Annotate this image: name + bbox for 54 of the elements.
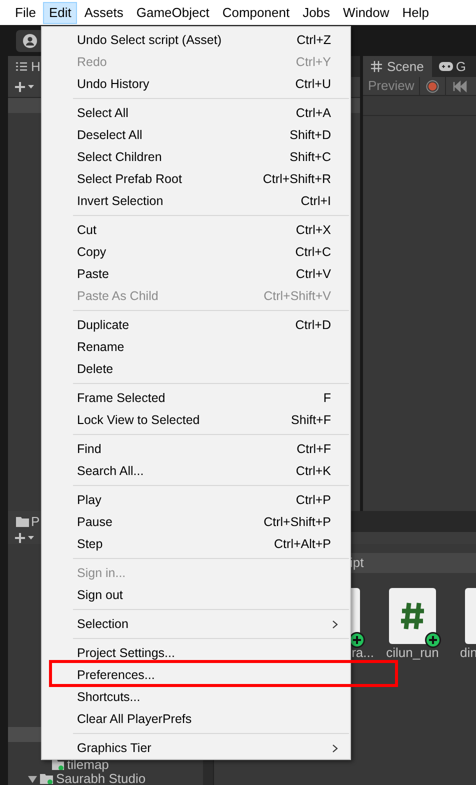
- menu-item[interactable]: Invert Selection Ctrl+I: [42, 190, 350, 212]
- gamepad-icon: [438, 62, 453, 71]
- folder-icon: [40, 774, 53, 784]
- breadcrumb[interactable]: ipt: [350, 553, 364, 573]
- menu-bar-item[interactable]: File: [9, 2, 42, 24]
- menu-item[interactable]: Pause Ctrl+Shift+P: [42, 511, 350, 533]
- project-tab[interactable]: P: [8, 511, 42, 532]
- menu-item[interactable]: Paste Ctrl+V: [42, 263, 350, 285]
- menu-item[interactable]: Graphics Tier: [42, 737, 350, 759]
- account-icon: [23, 34, 37, 48]
- expand-arrow-icon[interactable]: [28, 776, 37, 782]
- menu-item[interactable]: Sign out: [42, 584, 350, 606]
- chevron-right-icon: [332, 744, 338, 752]
- add-badge-icon: [425, 632, 441, 648]
- menu-item[interactable]: Select Prefab Root Ctrl+Shift+R: [42, 168, 350, 190]
- folder-icon: [16, 516, 29, 526]
- menu-bar-item[interactable]: Help: [396, 2, 436, 24]
- add-dropdown-icon[interactable]: [14, 532, 36, 544]
- menu-item[interactable]: Undo Select script (Asset) Ctrl+Z: [42, 29, 350, 51]
- asset-label: ra...: [352, 647, 374, 659]
- tree-item[interactable]: tilemap: [67, 758, 109, 772]
- menu-bar-item[interactable]: Edit: [42, 2, 78, 24]
- game-tab[interactable]: G: [432, 56, 473, 76]
- menu-bar-item[interactable]: Jobs: [296, 2, 336, 24]
- tree-item[interactable]: Saurabh Studio: [56, 772, 146, 785]
- menu-item[interactable]: Step Ctrl+Alt+P: [42, 533, 350, 555]
- menu-item[interactable]: Search All... Ctrl+K: [42, 460, 350, 482]
- script-icon[interactable]: [389, 588, 436, 644]
- menu-item[interactable]: Select All Ctrl+A: [42, 102, 350, 124]
- menu-item[interactable]: Cut Ctrl+X: [42, 219, 350, 241]
- menu-item[interactable]: Shortcuts...: [42, 686, 350, 708]
- menu-bar-item[interactable]: Window: [337, 2, 396, 24]
- menu-bar-item[interactable]: GameObject: [130, 2, 216, 24]
- menu-item[interactable]: Copy Ctrl+C: [42, 241, 350, 263]
- asset-label: cilun_run: [386, 647, 439, 659]
- menu-bar-item[interactable]: Component: [216, 2, 296, 24]
- menu-item[interactable]: Find Ctrl+F: [42, 438, 350, 460]
- menu-item[interactable]: Play Ctrl+P: [42, 489, 350, 511]
- menu-bar-item[interactable]: Assets: [78, 2, 130, 24]
- menu-item[interactable]: Delete: [42, 358, 350, 380]
- menu-item[interactable]: Rename: [42, 336, 350, 358]
- scene-tab[interactable]: Scene: [363, 56, 432, 77]
- menu-item[interactable]: Duplicate Ctrl+D: [42, 314, 350, 336]
- menu-item[interactable]: Selection: [42, 613, 350, 635]
- grid-icon: [371, 61, 382, 72]
- list-icon: [16, 62, 27, 71]
- chevron-right-icon: [332, 620, 338, 628]
- menu-item[interactable]: Project Settings...: [42, 642, 350, 664]
- menu-item[interactable]: Lock View to Selected Shift+F: [42, 409, 350, 431]
- menu-item[interactable]: Deselect All Shift+D: [42, 124, 350, 146]
- add-dropdown-icon[interactable]: [14, 81, 36, 93]
- menu-item[interactable]: Clear All PlayerPrefs: [42, 708, 350, 730]
- menu-item[interactable]: Frame Selected F: [42, 387, 350, 409]
- menu-item[interactable]: Select Children Shift+C: [42, 146, 350, 168]
